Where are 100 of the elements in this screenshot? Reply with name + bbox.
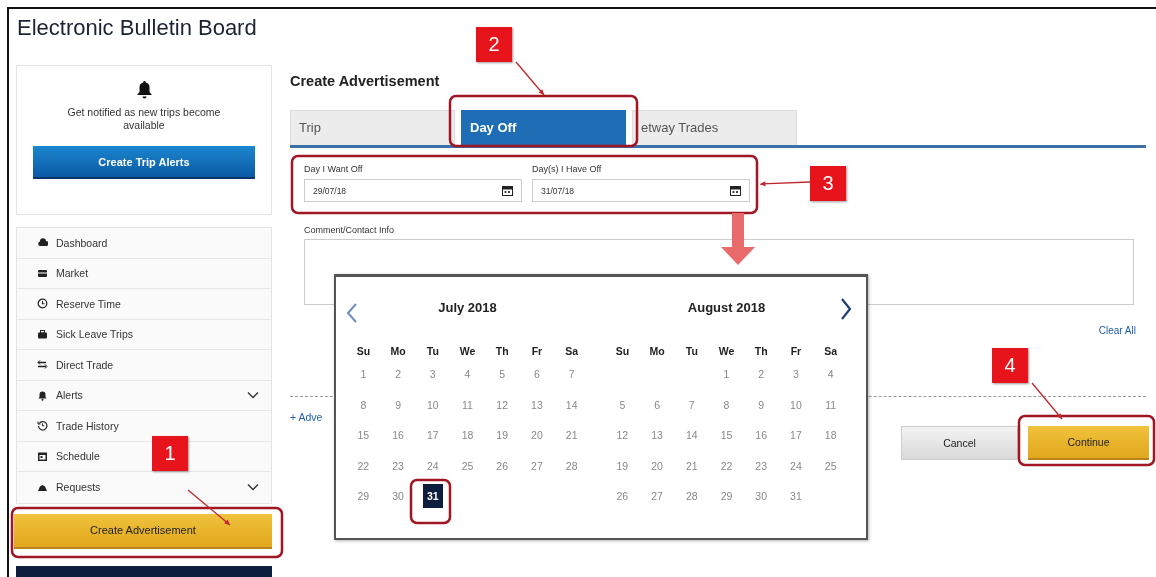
calendar-icon [502, 185, 513, 196]
calendar-day[interactable]: 26 [614, 489, 631, 504]
calendar-day[interactable]: 23 [753, 458, 770, 473]
weekday-label: Tu [685, 345, 698, 359]
calendar-day[interactable]: 27 [649, 489, 665, 504]
nav-item[interactable]: Market [17, 258, 271, 289]
calendar-day[interactable]: 12 [494, 397, 511, 412]
calendar-day[interactable]: 13 [649, 428, 665, 443]
date-field[interactable]: 31/07/18 [532, 179, 750, 202]
calendar-day[interactable]: 19 [614, 458, 631, 473]
calendar-day[interactable]: 24 [424, 458, 441, 473]
calendar-day[interactable]: 28 [563, 458, 580, 473]
calendar-day[interactable]: 28 [683, 489, 700, 504]
date-field[interactable]: 29/07/18 [304, 179, 522, 202]
nav-item[interactable]: Reserve Time [17, 289, 271, 320]
nav-item[interactable]: Alerts [17, 380, 271, 411]
calendar-day[interactable]: 10 [424, 397, 441, 412]
page-title: Electronic Bulletin Board [17, 15, 257, 42]
calendar-day[interactable]: 26 [494, 458, 511, 473]
calendar-day[interactable]: 17 [424, 428, 441, 443]
calendar-day[interactable]: 17 [788, 428, 804, 443]
calendar-day[interactable]: 4 [825, 367, 836, 381]
calendar-day[interactable]: 18 [822, 428, 839, 443]
briefcase-icon [37, 328, 48, 340]
calendar-day[interactable]: 25 [822, 458, 839, 473]
calendar-day[interactable]: 22 [355, 458, 372, 473]
callout-number: 2 [476, 27, 512, 62]
chevron-down-icon [247, 483, 259, 492]
calendar-day[interactable]: 3 [791, 367, 801, 381]
weekday-label: Mo [649, 345, 665, 359]
calendar-day[interactable]: 18 [459, 428, 476, 443]
weekday-label: Th [754, 345, 768, 359]
calendar-day[interactable]: 25 [459, 458, 476, 473]
calendar-day[interactable]: 20 [529, 428, 545, 443]
weekday-label: Su [356, 345, 371, 359]
annotation-outline [409, 478, 452, 525]
calendar-day[interactable]: 12 [614, 428, 631, 443]
calendar-icon [730, 185, 741, 196]
calendar-day[interactable]: 9 [393, 397, 403, 412]
calendar-day[interactable]: 15 [355, 428, 372, 443]
calendar-icon [37, 450, 48, 462]
calendar-day[interactable]: 3 [427, 367, 438, 381]
annotation-arrow [187, 489, 231, 526]
calendar-day[interactable]: 15 [718, 428, 735, 443]
nav-item[interactable]: Sick Leave Trips [17, 319, 271, 350]
bell-icon [135, 80, 153, 100]
calendar-day[interactable]: 7 [566, 367, 577, 381]
calendar-day[interactable]: 5 [617, 397, 628, 412]
nav-item[interactable]: Requests [17, 472, 271, 503]
calendar-day[interactable]: 1 [721, 367, 732, 381]
calendar-day[interactable]: 5 [497, 367, 508, 381]
continue-button[interactable]: Continue [1028, 426, 1149, 460]
tab[interactable]: Day Off [461, 110, 626, 145]
calendar-day[interactable]: 14 [563, 397, 580, 412]
calendar-day[interactable]: 23 [390, 458, 406, 473]
calendar-day[interactable]: 2 [393, 367, 403, 381]
calendar-day[interactable]: 19 [494, 428, 511, 443]
history-icon [37, 420, 48, 432]
calendar-day[interactable]: 14 [683, 428, 700, 443]
calendar-day[interactable]: 11 [460, 397, 475, 412]
calendar-day[interactable]: 30 [390, 489, 406, 504]
calendar-day[interactable]: 31 [422, 484, 443, 509]
cancel-button[interactable]: Cancel [901, 426, 1018, 460]
calendar-day[interactable]: 8 [358, 397, 369, 412]
calendar-day[interactable]: 29 [355, 489, 372, 504]
calendar-day[interactable]: 10 [788, 397, 804, 412]
create-trip-alerts-button[interactable]: Create Trip Alerts [33, 146, 255, 179]
calendar-day[interactable]: 22 [718, 458, 735, 473]
annotation-arrow [759, 181, 811, 187]
callout-number: 1 [152, 436, 188, 471]
calendar-day[interactable]: 20 [649, 458, 665, 473]
calendar-day[interactable]: 6 [652, 397, 662, 412]
calendar-day[interactable]: 13 [529, 397, 545, 412]
nav-item[interactable]: Dashboard [17, 228, 271, 259]
chevron-right-icon[interactable] [840, 298, 852, 320]
calendar-day[interactable]: 9 [756, 397, 767, 412]
chevron-left-icon[interactable] [346, 303, 358, 323]
nav-item[interactable]: Direct Trade [17, 350, 271, 381]
calendar-day[interactable]: 1 [358, 367, 369, 381]
calendar-day[interactable]: 30 [753, 489, 770, 504]
tab[interactable]: etway Trades [632, 110, 797, 145]
calendar-day[interactable]: 21 [563, 428, 580, 443]
calendar-day[interactable]: 24 [788, 458, 804, 473]
create-advertisement-button[interactable]: Create Advertisement [14, 513, 272, 549]
calendar-day[interactable]: 11 [823, 397, 839, 412]
calendar-day[interactable]: 31 [788, 489, 804, 504]
calendar-day[interactable]: 16 [390, 428, 406, 443]
calendar-day[interactable]: 8 [721, 397, 732, 412]
calendar-day[interactable]: 27 [529, 458, 545, 473]
calendar-day[interactable]: 29 [718, 489, 735, 504]
calendar-day[interactable]: 2 [756, 367, 767, 381]
tab[interactable]: Trip [290, 110, 455, 145]
chevron-down-icon [247, 391, 259, 400]
calendar-day[interactable]: 6 [532, 367, 542, 381]
clear-all-link[interactable]: Clear All [1098, 325, 1136, 336]
calendar-day[interactable]: 7 [686, 397, 697, 412]
add-link[interactable]: + Adve [290, 411, 323, 423]
calendar-day[interactable]: 21 [683, 458, 700, 473]
calendar-day[interactable]: 4 [462, 367, 473, 381]
calendar-day[interactable]: 16 [753, 428, 770, 443]
